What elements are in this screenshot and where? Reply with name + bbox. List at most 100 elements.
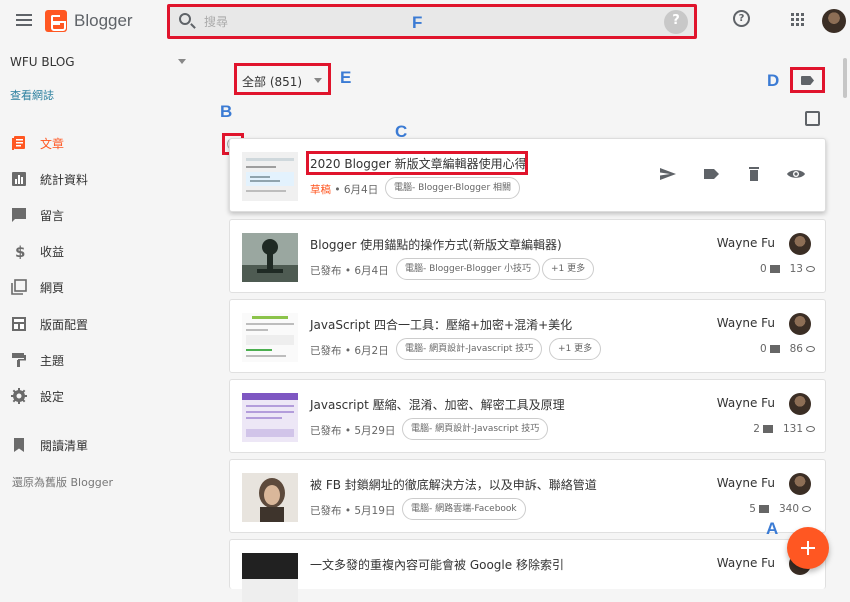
label-chip[interactable]: 電腦- Blogger-Blogger 相關 [385, 177, 521, 199]
bookmark-icon [14, 438, 24, 452]
view-count: 131 [782, 423, 803, 435]
post-thumbnail [242, 553, 298, 602]
post-card[interactable]: Javascript 壓縮、混淆、加密、解密工具及原理 已發布 • 5月29日 … [229, 379, 826, 453]
view-count: 13 [789, 263, 803, 275]
sidebar-item-label: 網頁 [40, 281, 65, 295]
post-thumbnail [242, 313, 298, 362]
select-all-checkbox[interactable] [805, 111, 820, 126]
post-filter-dropdown[interactable]: 全部 (851) [234, 63, 331, 95]
label-chip[interactable]: 電腦- 網路雲端-Facebook [402, 498, 526, 520]
marker-e: E [340, 68, 352, 87]
marker-a: A [766, 519, 779, 538]
search-bar[interactable] [167, 4, 697, 39]
post-date: • 5月19日 [344, 505, 396, 517]
app-title: Blogger [74, 11, 133, 30]
marker-f: F [412, 13, 423, 32]
more-labels-chip[interactable]: +1 更多 [549, 338, 602, 360]
settings-icon [11, 388, 27, 404]
marker-d: D [767, 71, 780, 90]
account-avatar[interactable] [822, 9, 846, 33]
blog-name[interactable]: WFU BLOG [10, 55, 75, 69]
blogger-logo-icon [45, 10, 67, 32]
post-date: • 6月2日 [344, 345, 389, 357]
post-stats: 5 340 [749, 503, 811, 515]
sidebar-item-label: 留言 [40, 209, 65, 223]
label-chip[interactable]: 電腦- 網頁設計-Javascript 技巧 [396, 338, 543, 360]
post-title[interactable]: Javascript 壓縮、混淆、加密、解密工具及原理 [310, 396, 565, 413]
sidebar-item-theme[interactable]: 主題 [0, 345, 210, 375]
label-filter-button[interactable] [790, 67, 825, 93]
label-icon [801, 76, 814, 85]
search-help-icon[interactable] [664, 10, 688, 34]
label-chip[interactable]: 電腦- 網頁設計-Javascript 技巧 [402, 418, 549, 440]
sidebar-item-reading-list[interactable]: 閱讀清單 [0, 430, 210, 460]
view-blog-link[interactable]: 查看網誌 [10, 87, 54, 103]
sidebar-item-label: 收益 [40, 245, 65, 259]
eye-icon [806, 266, 815, 272]
more-labels-chip[interactable]: +1 更多 [542, 258, 595, 280]
post-status-label: 已發布 [310, 505, 342, 517]
comment-count: 5 [749, 503, 756, 515]
post-status: 已發布 • 6月2日 [310, 343, 389, 358]
post-stats: 0 86 [760, 343, 815, 355]
sidebar-item-label: 文章 [40, 137, 65, 151]
top-bar: Blogger F ? [0, 0, 850, 44]
comment-count: 2 [753, 423, 760, 435]
blog-switch-caret-icon[interactable] [178, 59, 186, 64]
view-count: 86 [789, 343, 803, 355]
sidebar-item-label: 主題 [40, 354, 65, 368]
sidebar-item-earnings[interactable]: $ 收益 [0, 236, 210, 266]
author-avatar [789, 313, 811, 335]
delete-trash-icon[interactable] [744, 166, 764, 182]
sidebar-item-posts[interactable]: 文章 [0, 128, 210, 158]
sidebar-item-settings[interactable]: 設定 [0, 381, 210, 411]
sidebar-item-label: 統計資料 [40, 173, 89, 187]
author-avatar [789, 233, 811, 255]
post-thumbnail [242, 233, 298, 282]
menu-icon[interactable] [16, 14, 32, 26]
post-title-highlight [306, 151, 528, 175]
revert-legacy-link[interactable]: 還原為舊版 Blogger [12, 474, 113, 490]
post-title[interactable]: JavaScript 四合一工具：壓縮+加密+混淆+美化 [310, 316, 572, 333]
scrollbar[interactable] [843, 58, 847, 98]
post-card[interactable]: JavaScript 四合一工具：壓縮+加密+混淆+美化 已發布 • 6月2日 … [229, 299, 826, 373]
search-icon [179, 13, 191, 25]
label-icon[interactable] [701, 166, 721, 182]
post-card[interactable]: 一文多發的重複內容可能會被 Google 移除索引 Wayne Fu [229, 539, 826, 602]
search-input[interactable] [204, 11, 644, 33]
post-thumbnail [242, 152, 298, 201]
publish-send-icon[interactable] [658, 166, 678, 182]
comment-icon [769, 265, 780, 273]
apps-grid-icon[interactable] [791, 13, 805, 27]
comment-icon [762, 425, 773, 433]
post-date: • 6月4日 [344, 265, 389, 277]
new-post-button[interactable] [787, 527, 829, 569]
sidebar-item-comments[interactable]: 留言 [0, 200, 210, 230]
author-name: Wayne Fu [716, 316, 775, 330]
post-status-label: 草稿 [310, 184, 331, 196]
sidebar-item-layout[interactable]: 版面配置 [0, 309, 210, 339]
post-status: 已發布 • 5月29日 [310, 423, 395, 438]
sidebar-item-label: 設定 [40, 390, 65, 404]
sidebar-item-pages[interactable]: 網頁 [0, 272, 210, 302]
eye-icon [802, 506, 811, 512]
post-title[interactable]: Blogger 使用錨點的操作方式(新版文章編輯器) [310, 236, 562, 253]
preview-eye-icon[interactable] [786, 166, 806, 182]
post-card[interactable]: 2020 Blogger 新版文章編輯器使用心得 草稿 • 6月4日 電腦- B… [229, 138, 826, 212]
sidebar-item-stats[interactable]: 統計資料 [0, 164, 210, 194]
author-name: Wayne Fu [716, 556, 775, 570]
help-icon[interactable]: ? [733, 10, 750, 27]
post-card[interactable]: 被 FB 封鎖網址的徹底解決方法，以及申訴、聯絡管道 已發布 • 5月19日 電… [229, 459, 826, 533]
layout-icon [12, 317, 26, 331]
post-status-label: 已發布 [310, 425, 342, 437]
label-chip[interactable]: 電腦- Blogger-Blogger 小技巧 [396, 258, 541, 280]
post-title[interactable]: 一文多發的重複內容可能會被 Google 移除索引 [310, 556, 564, 573]
sidebar-item-label: 版面配置 [40, 318, 89, 332]
post-title[interactable]: 被 FB 封鎖網址的徹底解決方法，以及申訴、聯絡管道 [310, 476, 597, 493]
stats-icon [12, 172, 26, 186]
comments-icon [12, 208, 26, 222]
theme-icon [12, 353, 26, 367]
posts-icon [12, 136, 25, 150]
post-card[interactable]: Blogger 使用錨點的操作方式(新版文章編輯器) 已發布 • 6月4日 電腦… [229, 219, 826, 293]
sidebar-item-label: 閱讀清單 [40, 439, 89, 453]
